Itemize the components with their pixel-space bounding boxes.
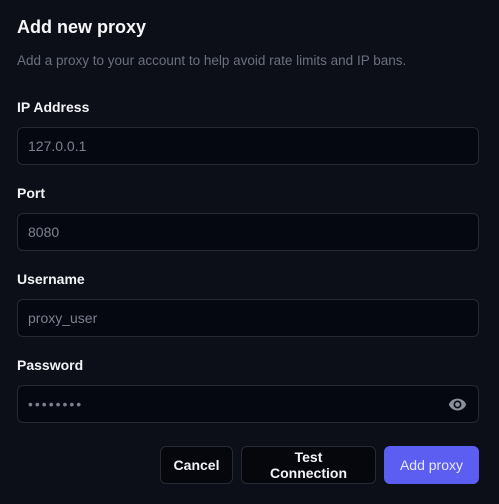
username-label: Username — [17, 271, 85, 287]
test-connection-button[interactable]: Test Connection — [241, 446, 376, 484]
eye-icon[interactable] — [448, 395, 467, 414]
port-label: Port — [17, 185, 45, 201]
password-input[interactable] — [18, 386, 478, 422]
dialog-subtitle: Add a proxy to your account to help avoi… — [17, 53, 407, 68]
add-proxy-button[interactable]: Add proxy — [384, 446, 479, 484]
port-field: Port — [17, 184, 479, 251]
dialog-title: Add new proxy — [17, 17, 147, 37]
dialog-actions: Cancel Test Connection Add proxy — [160, 446, 479, 484]
ip-address-input[interactable] — [18, 128, 478, 164]
username-field: Username — [17, 270, 479, 337]
ip-address-input-wrapper — [17, 127, 479, 165]
username-input[interactable] — [18, 300, 478, 336]
username-input-wrapper — [17, 299, 479, 337]
cancel-button[interactable]: Cancel — [160, 446, 233, 484]
port-input[interactable] — [18, 214, 478, 250]
password-input-wrapper — [17, 385, 479, 423]
port-input-wrapper — [17, 213, 479, 251]
password-field: Password — [17, 356, 479, 423]
ip-address-label: IP Address — [17, 99, 90, 115]
password-label: Password — [17, 357, 84, 373]
add-proxy-dialog: Add new proxy Add a proxy to your accoun… — [0, 0, 499, 504]
ip-address-field: IP Address — [17, 98, 479, 165]
